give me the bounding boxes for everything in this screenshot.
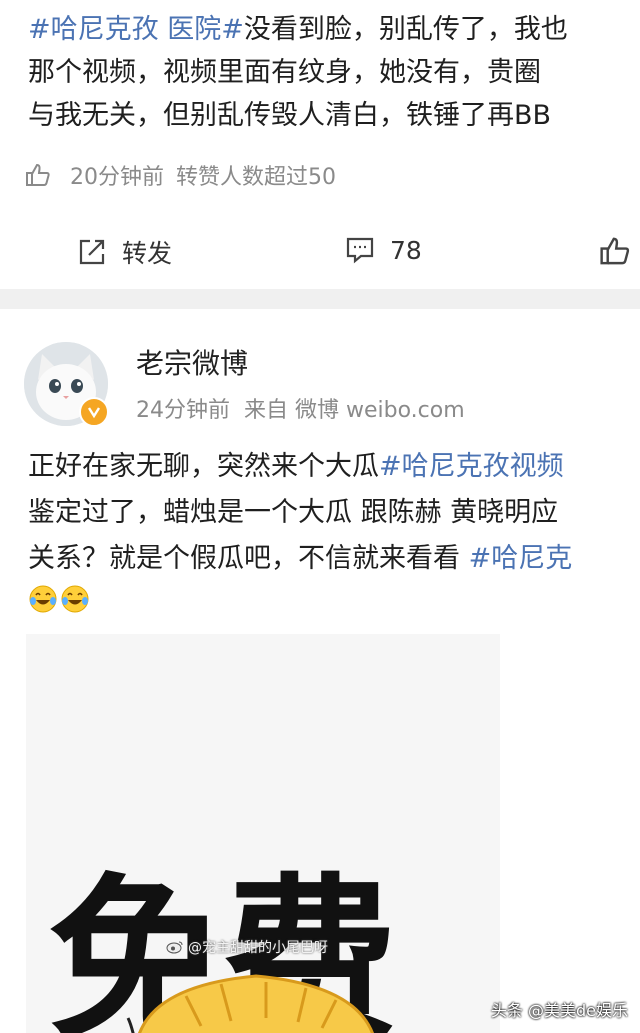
hashtag-link[interactable]: #哈尼克孜 医院# [28, 14, 244, 45]
comment-count: 78 [390, 235, 422, 265]
repost-icon [76, 236, 108, 268]
thumbs-up-icon [598, 234, 632, 268]
like-button[interactable] [598, 234, 632, 268]
likes-summary: 转赞人数超过50 [176, 165, 336, 190]
laugh-cry-emoji-icon [60, 584, 90, 614]
cartoon-character [126, 974, 374, 1033]
post-source: 来自 微博 weibo.com [244, 398, 465, 423]
post-time: 24分钟前 [136, 398, 230, 423]
toutiao-watermark: 头条 @美美de娱乐 [490, 1001, 628, 1020]
action-bar: 转发 78 [0, 224, 640, 282]
section-divider [0, 289, 640, 309]
post-2-text: 正好在家无聊，突然来个大瓜#哈尼克孜视频 鉴定过了，蜡烛是一个大瓜 跟陈赫 黄晓… [28, 444, 640, 582]
post-2-meta: 24分钟前 来自 微博 weibo.com [136, 392, 479, 424]
weibo-logo-icon [166, 940, 184, 954]
hashtag-link[interactable]: #哈尼克孜视频 [379, 451, 564, 482]
username[interactable]: 老宗微博 [136, 342, 248, 382]
post-2-line-3: 关系？就是个假瓜吧，不信就来看看 #哈尼克 [28, 543, 573, 574]
emoji-row [28, 584, 90, 614]
post-2-line-2: 鉴定过了，蜡烛是一个大瓜 跟陈赫 黄晓明应 [28, 497, 559, 528]
post-1-text: #哈尼克孜 医院#没看到脸，别乱传了，我也 那个视频，视频里面有纹身，她没有，贵… [28, 8, 640, 137]
comment-button[interactable]: 78 [344, 234, 422, 266]
post-2-line-1: 正好在家无聊，突然来个大瓜#哈尼克孜视频 [28, 451, 564, 482]
hashtag-link[interactable]: #哈尼克 [469, 543, 573, 574]
verified-badge [79, 397, 109, 427]
post-time: 20分钟前 [70, 165, 164, 190]
verified-v-icon [87, 405, 101, 419]
post-1-line-1: #哈尼克孜 医院#没看到脸，别乱传了，我也 [28, 14, 568, 45]
laugh-cry-emoji-icon [28, 584, 58, 614]
post-image[interactable]: 免费 @宠主甜甜的小尾巴呀 [26, 634, 500, 1033]
post-1-line-3: 与我无关，但别乱传毁人清白，铁锤了再BB [28, 100, 552, 131]
post-1-line-2: 那个视频，视频里面有纹身，她没有，贵圈 [28, 57, 541, 88]
repost-button[interactable]: 转发 [76, 234, 172, 270]
thumbs-up-icon[interactable] [24, 161, 52, 189]
repost-label: 转发 [122, 239, 173, 268]
comment-icon [344, 234, 376, 266]
image-watermark: @宠主甜甜的小尾巴呀 [166, 937, 328, 957]
post-1-meta: 20分钟前 转赞人数超过50 [24, 157, 336, 193]
